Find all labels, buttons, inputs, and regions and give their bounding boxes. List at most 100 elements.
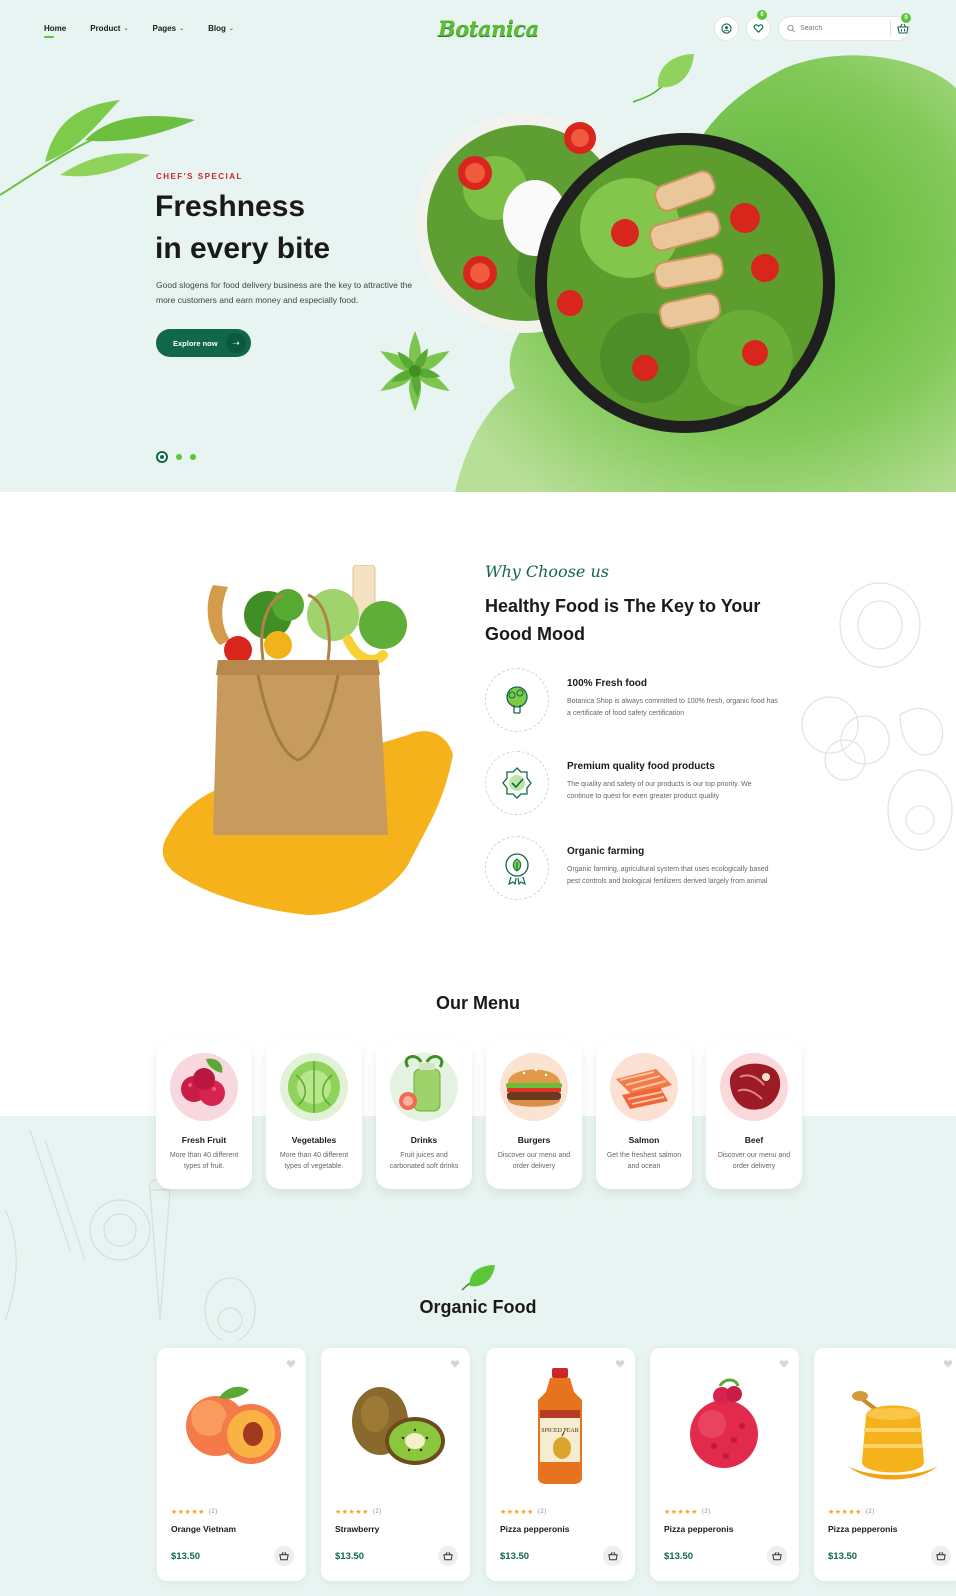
hero-title: Freshness in every bite: [155, 186, 455, 270]
why-choose-title: Healthy Food is The Key to Your Good Moo…: [485, 596, 761, 644]
product-price: $13.50: [335, 1551, 365, 1562]
account-button[interactable]: [714, 16, 739, 41]
basket-icon: [936, 1552, 946, 1561]
burger-icon: [500, 1053, 568, 1121]
bottle-label-text: SPICED PEAR: [541, 1428, 579, 1434]
nav-product[interactable]: Product ⌄: [90, 24, 128, 33]
hero-section: Home Product⌄ Pages⌄ Blog⌄ Botanica 0 0 …: [0, 0, 956, 492]
product-card[interactable]: ★★★★★ (2) Orange Vietnam $13.50: [157, 1348, 306, 1581]
hero-title-line1: Freshness: [155, 190, 306, 223]
explore-now-button[interactable]: Explore now ➝: [156, 329, 251, 357]
menu-card-fresh-fruit[interactable]: Fresh Fruit More than 40 different types…: [156, 1041, 252, 1189]
review-count: (2): [865, 1509, 875, 1515]
add-to-cart-button[interactable]: [438, 1546, 458, 1566]
nav-blog[interactable]: Blog ⌄: [208, 24, 234, 33]
cart-count-badge: 0: [901, 13, 911, 23]
user-icon: [721, 23, 732, 34]
product-price: $13.50: [500, 1551, 530, 1562]
honey-jar-image: [848, 1391, 938, 1480]
product-name[interactable]: Orange Vietnam: [171, 1524, 236, 1534]
menu-card-beef[interactable]: Beef Discover our menu and order deliver…: [706, 1041, 802, 1189]
nav-pages[interactable]: Pages ⌄: [153, 24, 185, 33]
rating-stars: ★★★★★ (2): [500, 1509, 547, 1516]
rating-stars: ★★★★★ (2): [335, 1509, 382, 1516]
basket-icon: [897, 23, 909, 34]
product-name[interactable]: Strawberry: [335, 1524, 379, 1534]
nav-product-label: Product: [90, 24, 121, 33]
feature-description: Organic farming, agricultural system tha…: [567, 866, 769, 885]
hero-subtitle: CHEF'S SPECIAL: [156, 172, 243, 181]
product-card[interactable]: ★★★★★ (2) Pizza pepperonis $13.50: [814, 1348, 956, 1581]
slider-dot-2[interactable]: [176, 454, 182, 460]
menu-card-drinks[interactable]: Drinks Fruit juices and carbonated soft …: [376, 1041, 472, 1189]
feature-title: 100% Fresh food: [567, 678, 648, 689]
leaves-decoration-icon: [0, 100, 195, 196]
product-price: $13.50: [828, 1551, 858, 1562]
why-choose-script: Why Choose us: [485, 562, 609, 581]
product-name[interactable]: Pizza pepperonis: [500, 1524, 569, 1534]
nav-home[interactable]: Home: [44, 24, 67, 38]
quality-badge-icon: [502, 767, 532, 799]
nav-blog-label: Blog: [208, 24, 226, 33]
leaf-icon: [461, 1265, 495, 1291]
menu-item-description: Fruit juices and carbonated soft drinks: [389, 1152, 459, 1170]
salad-bowls-image: [415, 113, 835, 433]
product-card[interactable]: ★★★★★ (2) Pizza pepperonis $13.50: [650, 1348, 799, 1581]
chevron-down-icon: ⌄: [123, 26, 129, 32]
cabbage-icon: [280, 1053, 348, 1121]
basket-icon: [772, 1552, 782, 1561]
rating-stars: ★★★★★ (2): [664, 1509, 711, 1516]
raspberry-icon: [170, 1053, 238, 1121]
header-actions: 0 0: [714, 10, 911, 41]
site-logo[interactable]: Botanica: [438, 16, 539, 41]
feature-title: Organic farming: [567, 846, 645, 857]
hero-title-line2: in every bite: [155, 232, 331, 265]
menu-item-description: More than 40 different types of vegetabl…: [279, 1152, 349, 1170]
rating-stars: ★★★★★ (2): [171, 1509, 218, 1516]
feature-icon-wrap: [485, 668, 549, 732]
add-to-cart-button[interactable]: [603, 1546, 623, 1566]
menu-item-name: Burgers: [517, 1135, 551, 1145]
menu-item-name: Vegetables: [291, 1135, 337, 1145]
search-input[interactable]: [800, 25, 885, 32]
wishlist-button[interactable]: 0: [746, 10, 771, 41]
organic-leaf-badge-icon: [505, 853, 529, 885]
rating-stars: ★★★★★ (2): [828, 1509, 875, 1516]
basket-icon: [279, 1552, 289, 1561]
spiced-pear-bottle-image: SPICED PEAR: [538, 1368, 582, 1484]
product-name[interactable]: Pizza pepperonis: [828, 1524, 897, 1534]
main-nav: Home Product ⌄ Pages ⌄ Blog ⌄: [44, 24, 234, 38]
product-price: $13.50: [171, 1551, 201, 1562]
product-card[interactable]: SPICED PEAR ★★★★★ (2) Pizza pepperonis $1…: [486, 1348, 635, 1581]
drink-jar-icon: [390, 1053, 458, 1121]
review-count: (2): [701, 1509, 711, 1515]
menu-item-description: Get the freshest salmon and ocean: [606, 1152, 682, 1170]
menu-item-description: Discover our menu and order delivery: [497, 1152, 571, 1170]
beef-steak-icon: [720, 1053, 788, 1121]
nav-home-label: Home: [44, 24, 67, 33]
our-menu-title: Our Menu: [436, 993, 520, 1013]
slider-dot-3[interactable]: [190, 454, 196, 460]
product-card[interactable]: ★★★★★ (2) Strawberry $13.50: [321, 1348, 470, 1581]
menu-card-vegetables[interactable]: Vegetables More than 40 different types …: [266, 1041, 362, 1189]
feature-icon-wrap: [485, 751, 549, 815]
add-to-cart-button[interactable]: [931, 1546, 951, 1566]
add-to-cart-button[interactable]: [274, 1546, 294, 1566]
search-divider: [890, 20, 891, 37]
broccoli-icon: [506, 686, 528, 714]
menu-card-salmon[interactable]: Salmon Get the freshest salmon and ocean: [596, 1041, 692, 1189]
fruit-sketch-decoration-icon: [801, 582, 953, 851]
add-to-cart-button[interactable]: [767, 1546, 787, 1566]
product-name[interactable]: Pizza pepperonis: [664, 1524, 733, 1534]
leaf-decoration-icon: [632, 54, 694, 103]
menu-item-name: Fresh Fruit: [181, 1135, 227, 1145]
arrow-right-icon: ➝: [226, 333, 246, 353]
salmon-icon: [610, 1053, 678, 1121]
feature-title: Premium quality food products: [567, 761, 715, 772]
wishlist-count-badge: 0: [757, 10, 767, 20]
chevron-down-icon: ⌄: [228, 26, 234, 32]
organic-food-title: Organic Food: [419, 1297, 537, 1317]
menu-card-burgers[interactable]: Burgers Discover our menu and order deli…: [486, 1041, 582, 1189]
cart-button[interactable]: 0: [897, 13, 911, 34]
slider-dot-1[interactable]: [156, 451, 168, 463]
